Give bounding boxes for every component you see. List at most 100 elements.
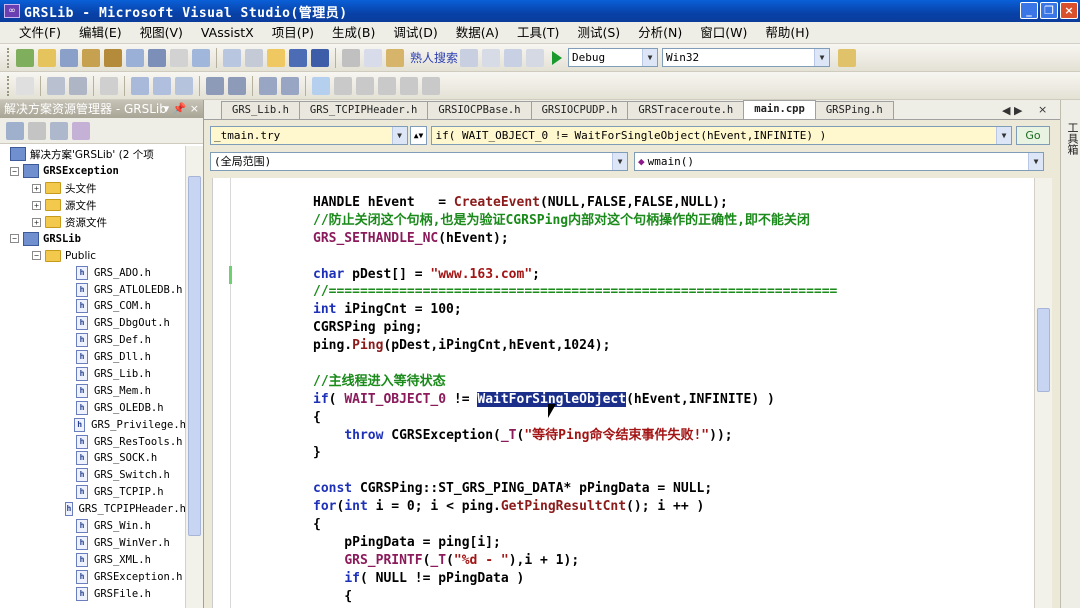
- menu-item[interactable]: 视图(V): [131, 22, 192, 44]
- code-line[interactable]: int iPingCnt = 100;: [313, 301, 837, 319]
- tree-item[interactable]: h GRS_ADO.h: [0, 264, 186, 281]
- toolbar-grip[interactable]: [7, 75, 11, 96]
- global-scope-dropdown[interactable]: (全局范围) ▼: [210, 151, 628, 171]
- tree-item[interactable]: h GRS_TCPIPHeader.h: [0, 501, 186, 518]
- code-line[interactable]: {: [313, 516, 837, 534]
- menu-item[interactable]: VAssistX: [192, 22, 263, 44]
- grid-icon[interactable]: [47, 76, 65, 95]
- chevron-down-icon[interactable]: ▼: [391, 126, 407, 144]
- close-button[interactable]: ×: [1060, 2, 1078, 19]
- format-icon[interactable]: [148, 48, 166, 67]
- menu-item[interactable]: 生成(B): [323, 22, 384, 44]
- code-line[interactable]: if( WAIT_OBJECT_0 != WaitForSingleObject…: [313, 391, 837, 409]
- text-cursor-icon[interactable]: [16, 76, 34, 95]
- menu-item[interactable]: 文件(F): [10, 22, 70, 44]
- prev-bookmark-folder-icon[interactable]: [378, 76, 396, 95]
- save-all-icon[interactable]: [311, 48, 329, 67]
- chevron-down-icon[interactable]: ▼: [642, 49, 658, 66]
- code-line[interactable]: for(int i = 0; i < ping.GetPingResultCnt…: [313, 498, 837, 516]
- config-dropdown[interactable]: Debug ▼: [568, 48, 659, 67]
- document-tab[interactable]: GRS_TCPIPHeader.h: [298, 101, 429, 119]
- tree-item[interactable]: 解决方案'GRSLib' (2 个项: [0, 146, 186, 163]
- code-line[interactable]: //======================================…: [313, 283, 837, 301]
- paste-icon[interactable]: [386, 48, 404, 67]
- menu-item[interactable]: 帮助(H): [756, 22, 818, 44]
- lock-icon[interactable]: [104, 48, 122, 67]
- menu-item[interactable]: 数据(A): [447, 22, 508, 44]
- panel-pin-icons[interactable]: ▾ 📌 ×: [164, 100, 199, 118]
- indent-decrease-icon[interactable]: [206, 76, 224, 95]
- menu-item[interactable]: 工具(T): [508, 22, 568, 44]
- document-tab[interactable]: GRSIOCPBase.h: [427, 101, 532, 119]
- code-line[interactable]: //防止关闭这个句柄,也是为验证CGRSPing内部对这个句柄操作的正确性,即不…: [313, 212, 837, 230]
- solution-scrollbar[interactable]: [185, 146, 203, 608]
- collapse-icon[interactable]: −: [10, 166, 19, 176]
- toolbox-strip[interactable]: 工具箱: [1060, 100, 1080, 608]
- code-line[interactable]: {: [313, 588, 837, 606]
- platform-dropdown[interactable]: Win32 ▼: [662, 48, 831, 67]
- expand-icon[interactable]: +: [32, 217, 41, 227]
- abc-icon[interactable]: [170, 48, 188, 67]
- expand-icon[interactable]: +: [32, 200, 41, 210]
- collapse-icon[interactable]: −: [32, 251, 41, 261]
- code-line[interactable]: GRS_PRINTF(_T("%d - "),i + 1);: [313, 552, 837, 570]
- menu-item[interactable]: 编辑(E): [70, 22, 131, 44]
- function-dropdown[interactable]: ◆ wmain() ▼: [634, 151, 1044, 171]
- tab-scroll-right-icon[interactable]: ▶: [1014, 104, 1022, 117]
- new-project-icon[interactable]: [16, 48, 34, 67]
- toolbar-grip[interactable]: [7, 47, 11, 68]
- prev-bookmark-icon[interactable]: [334, 76, 352, 95]
- document-tab[interactable]: main.cpp: [743, 100, 816, 119]
- menu-item[interactable]: 分析(N): [629, 22, 691, 44]
- code-line[interactable]: ​: [313, 248, 837, 266]
- tree-item[interactable]: h GRS_Dll.h: [0, 349, 186, 366]
- build-icon[interactable]: [60, 48, 78, 67]
- code-line[interactable]: CGRSPing ping;: [313, 319, 837, 337]
- add-class-icon[interactable]: [245, 48, 263, 67]
- tree-item[interactable]: h GRS_Switch.h: [0, 467, 186, 484]
- code-content[interactable]: HANDLE hEvent = CreateEvent(NULL,FALSE,F…: [313, 194, 837, 605]
- navigate-forward-icon[interactable]: [526, 48, 545, 67]
- open-file-icon[interactable]: [267, 48, 285, 67]
- code-line[interactable]: char pDest[] = "www.163.com";: [313, 266, 837, 284]
- menu-item[interactable]: 项目(P): [263, 22, 323, 44]
- class-view-icon[interactable]: [72, 121, 90, 140]
- tree-item[interactable]: h GRS_TCPIP.h: [0, 484, 186, 501]
- tree-item[interactable]: + 资源文件: [0, 214, 186, 231]
- chevron-down-icon[interactable]: ▼: [612, 152, 627, 170]
- bookmark-icon[interactable]: [312, 76, 330, 95]
- tree-item[interactable]: h GRSException.h: [0, 568, 186, 585]
- undo-icon[interactable]: [460, 48, 479, 67]
- menu-item[interactable]: 调试(D): [384, 22, 446, 44]
- code-line[interactable]: pPingData = ping[i];: [313, 534, 837, 552]
- document-tab[interactable]: GRSIOCPUDP.h: [530, 101, 629, 119]
- expand-icon[interactable]: +: [32, 183, 41, 193]
- attach-icon[interactable]: [82, 48, 100, 67]
- code-line[interactable]: }: [313, 444, 837, 462]
- code-line[interactable]: throw CGRSException(_T("等待Ping命令结束事件失败!"…: [313, 427, 837, 445]
- tree-item[interactable]: + 源文件: [0, 197, 186, 214]
- copy-icon[interactable]: [364, 48, 382, 67]
- cut-icon[interactable]: [342, 48, 360, 67]
- tree-item[interactable]: h GRS_Def.h: [0, 332, 186, 349]
- tree-item[interactable]: h GRS_ATLOLEDB.h: [0, 281, 186, 298]
- tree-item[interactable]: h GRS_Win.h: [0, 518, 186, 535]
- code-line[interactable]: {: [313, 409, 837, 427]
- find-icon[interactable]: [192, 48, 210, 67]
- minimize-button[interactable]: _: [1020, 2, 1038, 19]
- tree-item[interactable]: − GRSLib: [0, 230, 186, 247]
- start-debug-icon[interactable]: [552, 50, 563, 65]
- menu-item[interactable]: 窗口(W): [691, 22, 756, 44]
- editor-scrollbar[interactable]: [1034, 178, 1052, 608]
- quick-info-icon[interactable]: [175, 76, 193, 95]
- refresh-icon[interactable]: [50, 121, 68, 140]
- clear-bookmarks-icon[interactable]: [422, 76, 440, 95]
- chevron-down-icon[interactable]: ▼: [1028, 152, 1043, 170]
- member-list-icon[interactable]: [131, 76, 149, 95]
- indent-increase-icon[interactable]: [228, 76, 246, 95]
- show-all-files-icon[interactable]: [28, 121, 46, 140]
- document-tab[interactable]: GRS_Lib.h: [221, 101, 300, 119]
- document-tab[interactable]: GRSPing.h: [814, 101, 894, 119]
- navigate-back-icon[interactable]: [504, 48, 523, 67]
- table-icon[interactable]: [69, 76, 87, 95]
